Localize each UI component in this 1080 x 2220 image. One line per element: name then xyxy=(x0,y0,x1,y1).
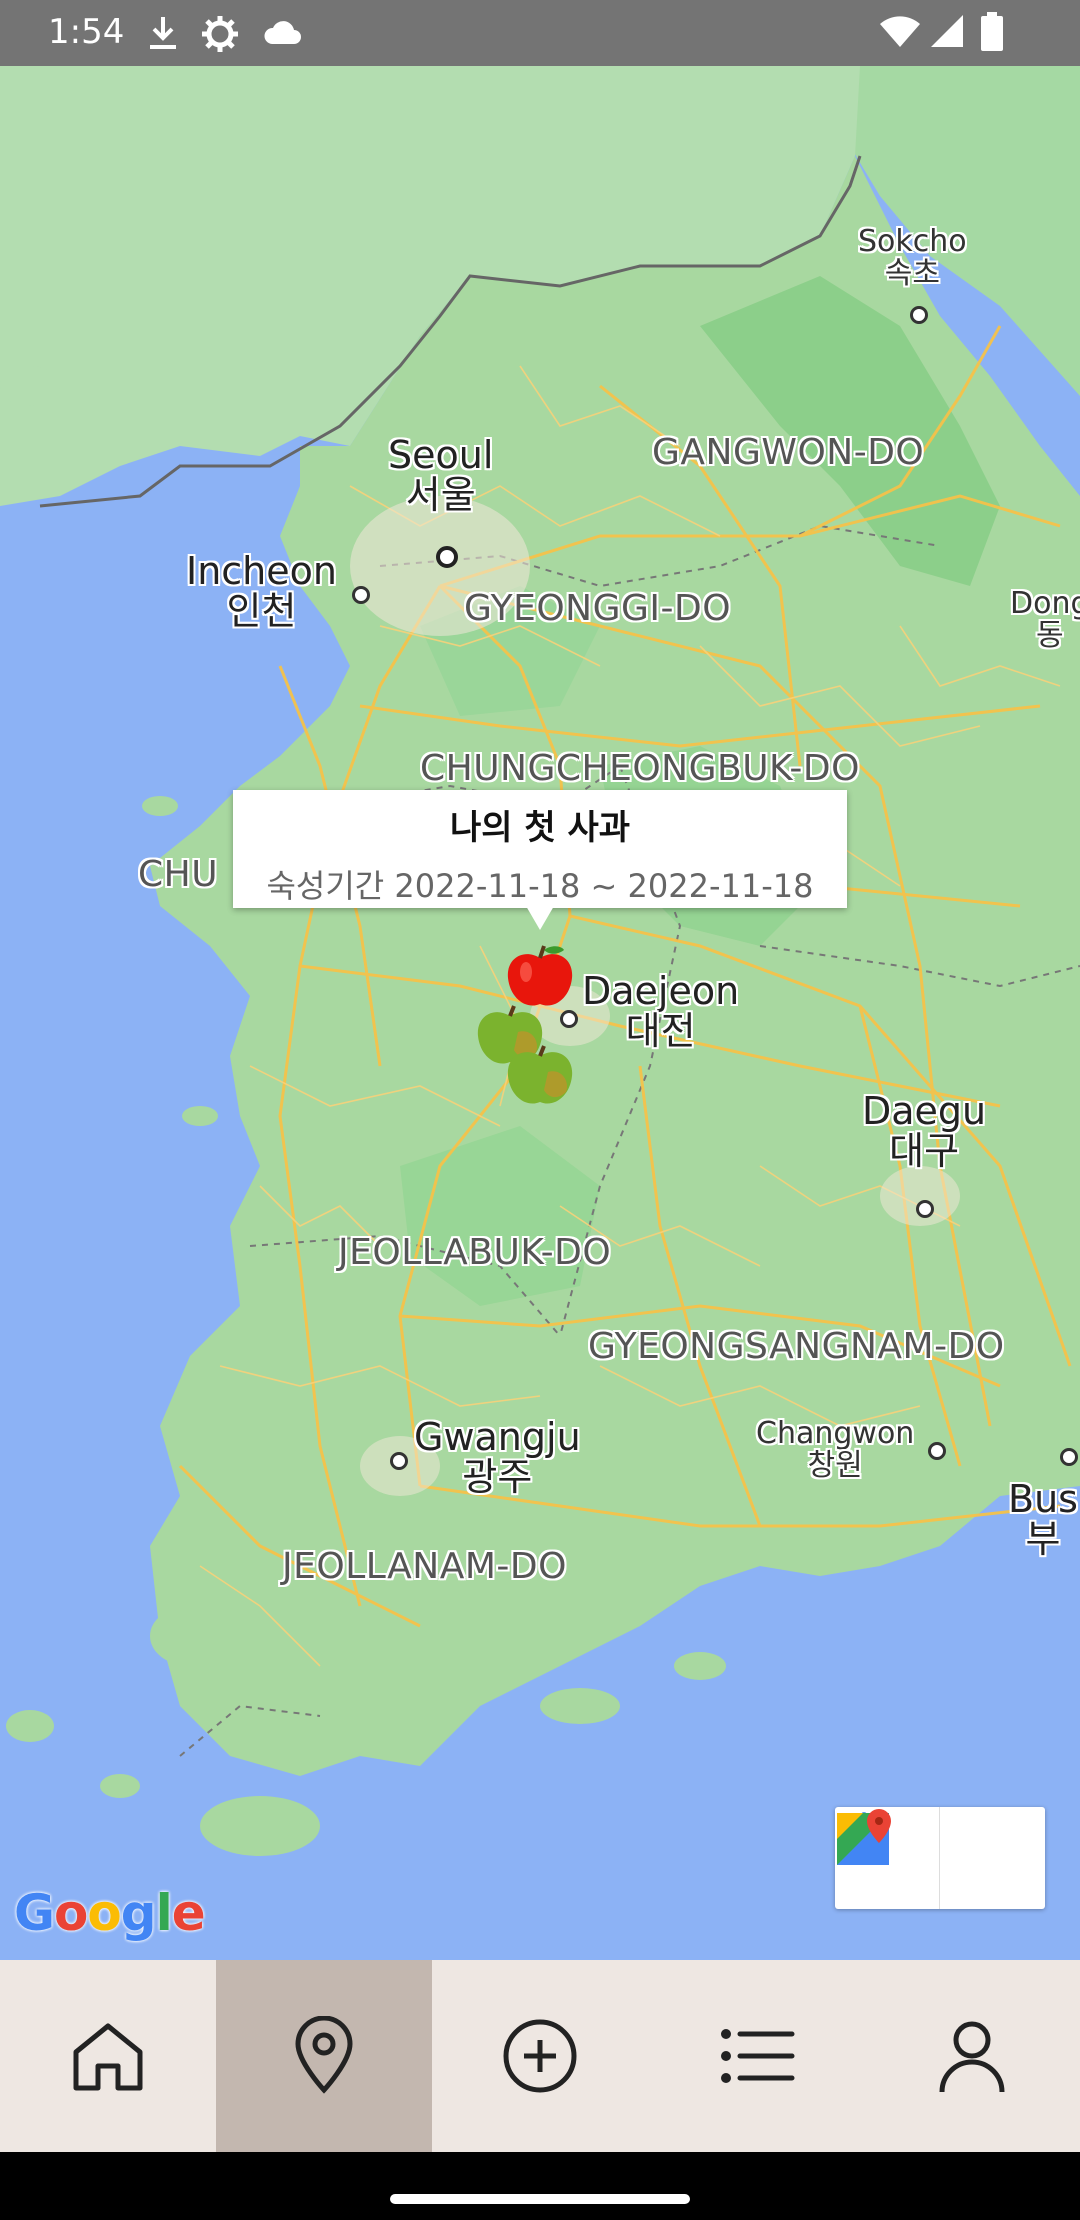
label-busan: Bus 부 xyxy=(1008,1477,1078,1561)
city-dot xyxy=(916,1200,934,1218)
info-window-title: 나의 첫 사과 xyxy=(449,808,631,848)
label-gwangju: Gwangju 광주 xyxy=(414,1415,581,1499)
city-dot xyxy=(928,1442,946,1460)
label-changwon: Changwon 창원 xyxy=(756,1416,915,1483)
nav-list[interactable] xyxy=(648,1960,864,2152)
status-bar: 1:54 xyxy=(0,0,1080,66)
cellular-signal-icon xyxy=(931,15,963,47)
marker-info-window[interactable]: 나의 첫 사과 숙성기간 2022-11-18 ~ 2022-11-18 xyxy=(233,790,847,908)
label-seoul: Seoul 서울 xyxy=(388,433,494,517)
battery-icon xyxy=(981,12,1003,51)
city-dot xyxy=(352,586,370,604)
download-icon xyxy=(150,17,176,49)
settings-gear-icon xyxy=(202,16,238,52)
home-icon xyxy=(73,2023,143,2091)
city-dot xyxy=(560,1010,578,1028)
nav-profile[interactable] xyxy=(864,1960,1080,2152)
green-apple-marker[interactable] xyxy=(504,1042,576,1110)
label-jeonnam: JEOLLANAM-DO xyxy=(282,1546,567,1587)
label-daegu: Daegu 대구 xyxy=(862,1089,987,1173)
system-gesture-bar xyxy=(0,2152,1080,2220)
label-chungbuk: CHUNGCHEONGBUK-DO xyxy=(420,748,860,789)
nav-home[interactable] xyxy=(0,1960,216,2152)
city-dot xyxy=(1060,1448,1078,1466)
label-sokcho: Sokcho 속초 xyxy=(858,224,967,291)
add-circle-icon xyxy=(503,2019,577,2093)
label-chungnam: CHU xyxy=(138,854,219,895)
map-toolbar xyxy=(835,1807,1045,1909)
label-incheon: Incheon 인천 xyxy=(186,549,337,633)
cloud-icon xyxy=(264,21,301,44)
city-dot xyxy=(390,1452,408,1470)
label-jeonbuk: JEOLLABUK-DO xyxy=(338,1232,612,1273)
google-attribution-logo: Google xyxy=(14,1884,206,1942)
city-dot xyxy=(910,306,928,324)
label-gyeongnam: GYEONGSANGNAM-DO xyxy=(588,1326,1005,1367)
status-time: 1:54 xyxy=(48,12,125,52)
capital-dot xyxy=(436,546,458,568)
map-view[interactable]: Sokcho 속초 Seoul 서울 GANGWON-DO Incheon 인천 GY… xyxy=(0,66,1080,1960)
home-gesture-handle[interactable] xyxy=(390,2194,690,2204)
nav-add[interactable] xyxy=(432,1960,648,2152)
label-daejeon: Daejeon 대전 xyxy=(582,969,740,1053)
info-window-subtitle: 숙성기간 2022-11-18 ~ 2022-11-18 xyxy=(266,867,814,905)
info-window-pointer xyxy=(526,906,554,930)
open-google-maps-button[interactable] xyxy=(837,1807,1044,1909)
nav-map[interactable] xyxy=(216,1960,432,2152)
map-pin-icon xyxy=(295,2016,353,2094)
google-maps-icon xyxy=(837,1809,891,1865)
profile-icon xyxy=(939,2021,1005,2093)
label-gyeonggi: GYEONGGI-DO xyxy=(464,588,732,629)
list-icon xyxy=(721,2029,795,2083)
wifi-icon xyxy=(880,16,920,47)
label-gangwon: GANGWON-DO xyxy=(652,432,925,473)
label-dong: Dong 동 xyxy=(1010,586,1080,653)
bottom-navigation xyxy=(0,1960,1080,2152)
